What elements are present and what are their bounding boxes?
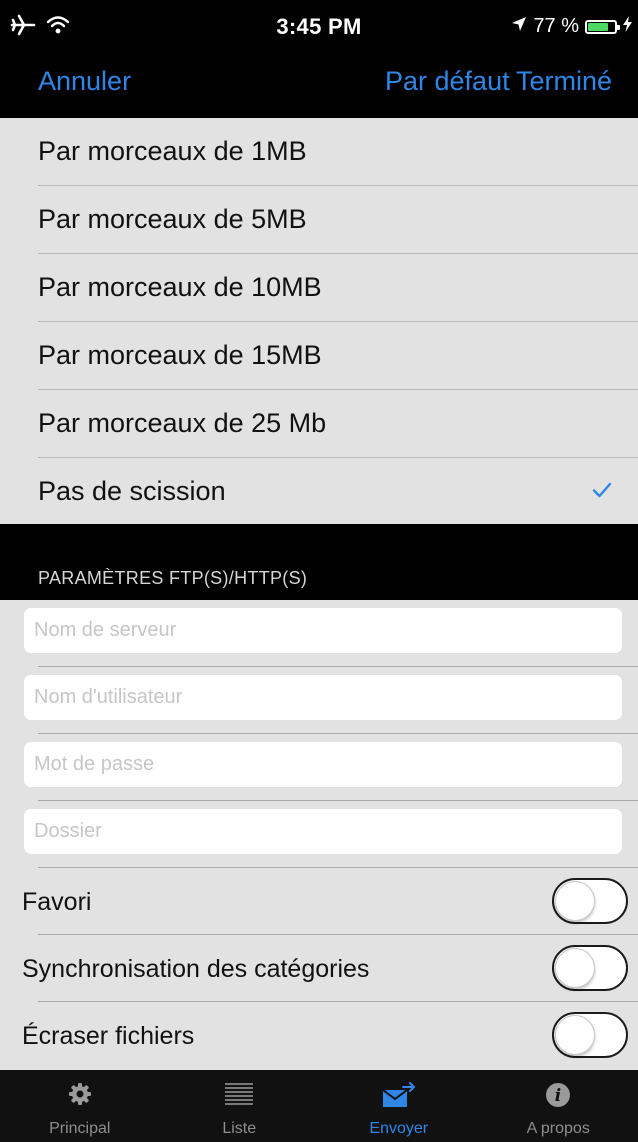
- cancel-button[interactable]: Annuler: [38, 66, 131, 97]
- status-bar: 3:45 PM 77 %: [0, 0, 638, 52]
- field-row: [0, 667, 638, 734]
- password-input[interactable]: [24, 742, 622, 787]
- option-label: Par morceaux de 25 Mb: [38, 408, 327, 438]
- toggle-label: Favori: [22, 888, 92, 916]
- location-arrow-icon: [511, 15, 527, 38]
- status-right: 77 %: [511, 15, 632, 38]
- battery-tip: [617, 24, 620, 30]
- toggle-row-favorite: Favori: [0, 868, 638, 935]
- server-name-input[interactable]: [24, 608, 622, 653]
- option-row-25mb[interactable]: Par morceaux de 25 Mb: [0, 390, 638, 458]
- field-row: [0, 801, 638, 868]
- tab-label: A propos: [526, 1120, 590, 1137]
- tab-liste[interactable]: Liste: [160, 1070, 320, 1142]
- checkmark-icon: [592, 482, 612, 503]
- tab-label: Envoyer: [369, 1120, 429, 1137]
- battery-fill: [588, 22, 609, 31]
- sync-categories-switch[interactable]: [552, 945, 628, 991]
- option-row-5mb[interactable]: Par morceaux de 5MB: [0, 186, 638, 254]
- switch-knob: [555, 1015, 595, 1055]
- done-button[interactable]: Terminé: [516, 66, 612, 97]
- nav-bar: Annuler Par défaut Terminé: [0, 52, 638, 118]
- screen: 3:45 PM 77 % Annuler Par défaut Terminé: [0, 0, 638, 1142]
- charging-bolt-icon: [623, 15, 632, 38]
- tab-envoyer[interactable]: Envoyer: [319, 1070, 479, 1142]
- switch-knob: [555, 881, 595, 921]
- option-label: Pas de scission: [38, 476, 226, 506]
- tab-label: Liste: [222, 1120, 257, 1137]
- overwrite-files-switch[interactable]: [552, 1012, 628, 1058]
- option-row-15mb[interactable]: Par morceaux de 15MB: [0, 322, 638, 390]
- list-icon: [160, 1082, 320, 1106]
- toggle-row-overwrite-files: Écraser fichiers: [0, 1002, 638, 1069]
- default-button[interactable]: Par défaut: [385, 66, 510, 97]
- username-input[interactable]: [24, 675, 622, 720]
- toggle-label: Synchronisation des catégories: [22, 955, 370, 983]
- info-icon: i: [479, 1082, 638, 1108]
- favorite-switch[interactable]: [552, 878, 628, 924]
- tab-a-propos[interactable]: i A propos: [479, 1070, 638, 1142]
- split-options-list: Par morceaux de 1MB Par morceaux de 5MB …: [0, 118, 638, 524]
- option-row-no-split[interactable]: Pas de scission: [0, 458, 638, 526]
- option-row-10mb[interactable]: Par morceaux de 10MB: [0, 254, 638, 322]
- ftp-settings: Favori Synchronisation des catégories Éc…: [0, 600, 638, 1070]
- battery-icon: [585, 19, 620, 34]
- toggle-label: Écraser fichiers: [22, 1022, 195, 1050]
- option-label: Par morceaux de 1MB: [38, 136, 307, 166]
- gear-icon: [0, 1082, 160, 1106]
- tab-principal[interactable]: Principal: [0, 1070, 160, 1142]
- toggle-row-sync-categories: Synchronisation des catégories: [0, 935, 638, 1002]
- field-row: [0, 734, 638, 801]
- tab-bar: Principal Liste Envoyer i A propos: [0, 1070, 638, 1142]
- option-label: Par morceaux de 15MB: [38, 340, 322, 370]
- option-row-1mb[interactable]: Par morceaux de 1MB: [0, 118, 638, 186]
- tab-label: Principal: [49, 1120, 111, 1137]
- folder-input[interactable]: [24, 809, 622, 854]
- option-label: Par morceaux de 5MB: [38, 204, 307, 234]
- battery-percent: 77 %: [533, 15, 579, 37]
- section-header: PARAMÈTRES FTP(S)/HTTP(S): [38, 568, 308, 588]
- option-label: Par morceaux de 10MB: [38, 272, 322, 302]
- svg-text:i: i: [555, 1086, 561, 1106]
- send-mail-icon: [319, 1082, 479, 1108]
- field-row: [0, 600, 638, 667]
- switch-knob: [555, 948, 595, 988]
